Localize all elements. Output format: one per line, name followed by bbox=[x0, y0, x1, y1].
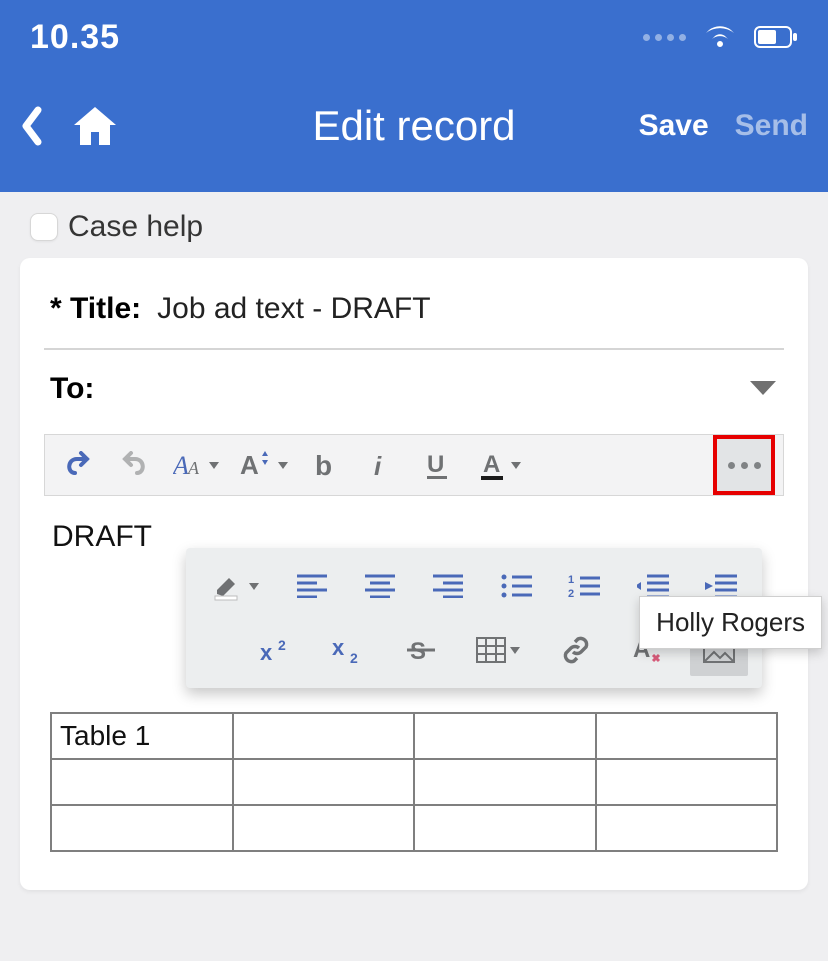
status-right bbox=[643, 25, 798, 49]
content-table[interactable]: Table 1 bbox=[50, 712, 778, 852]
table-cell[interactable] bbox=[414, 805, 596, 851]
title-value[interactable]: Job ad text - DRAFT bbox=[157, 292, 430, 326]
svg-text:x: x bbox=[260, 640, 273, 664]
case-help-label: Case help bbox=[68, 210, 203, 244]
table-cell[interactable] bbox=[596, 759, 778, 805]
svg-text:A: A bbox=[240, 450, 259, 480]
clock: 10.35 bbox=[30, 18, 120, 57]
home-icon[interactable] bbox=[72, 105, 118, 147]
font-size-button[interactable]: A bbox=[233, 441, 295, 489]
case-help-checkbox[interactable] bbox=[30, 213, 58, 241]
table-row: Table 1 bbox=[51, 713, 777, 759]
insert-table-button[interactable] bbox=[464, 624, 533, 676]
highlight-color-button[interactable] bbox=[200, 560, 270, 612]
back-icon[interactable] bbox=[20, 106, 44, 146]
svg-text:i: i bbox=[374, 451, 382, 479]
bold-button[interactable]: b bbox=[301, 441, 351, 489]
wifi-icon bbox=[704, 25, 736, 49]
svg-text:2: 2 bbox=[568, 588, 574, 598]
italic-button[interactable]: i bbox=[357, 441, 407, 489]
bulleted-list-button[interactable] bbox=[489, 560, 543, 612]
tooltip-text: Holly Rogers bbox=[656, 607, 805, 637]
svg-text:2: 2 bbox=[278, 637, 286, 653]
title-label: * Title: bbox=[50, 292, 141, 326]
subscript-button[interactable]: x2 bbox=[320, 624, 378, 676]
strikethrough-button[interactable]: S bbox=[392, 624, 450, 676]
editor-toolbar: AA A b i U A bbox=[44, 434, 784, 496]
status-bar: 10.35 bbox=[0, 0, 828, 74]
table-cell[interactable]: Table 1 bbox=[51, 713, 233, 759]
battery-icon bbox=[754, 26, 798, 48]
app-header: Edit record Save Send bbox=[0, 74, 828, 192]
table-cell[interactable] bbox=[51, 805, 233, 851]
table-cell[interactable] bbox=[596, 713, 778, 759]
chevron-down-icon[interactable] bbox=[748, 379, 778, 399]
svg-text:A: A bbox=[187, 458, 200, 478]
table-cell[interactable] bbox=[233, 759, 415, 805]
table-cell[interactable] bbox=[414, 759, 596, 805]
table-row bbox=[51, 759, 777, 805]
undo-button[interactable] bbox=[53, 441, 103, 489]
to-row[interactable]: To: bbox=[44, 350, 784, 428]
svg-text:2: 2 bbox=[350, 650, 358, 665]
send-button[interactable]: Send bbox=[735, 109, 808, 143]
numbered-list-button[interactable]: 12 bbox=[557, 560, 611, 612]
svg-text:A: A bbox=[173, 451, 189, 480]
underline-button[interactable]: U bbox=[413, 441, 463, 489]
text-color-button[interactable]: A bbox=[469, 441, 531, 489]
table-cell[interactable] bbox=[414, 713, 596, 759]
signal-dots-icon bbox=[643, 34, 686, 41]
svg-text:U: U bbox=[427, 451, 444, 478]
subheader: Case help bbox=[0, 192, 828, 258]
redo-button[interactable] bbox=[109, 441, 159, 489]
save-button[interactable]: Save bbox=[639, 109, 709, 143]
align-right-button[interactable] bbox=[421, 560, 475, 612]
tooltip: Holly Rogers bbox=[639, 596, 822, 649]
align-center-button[interactable] bbox=[353, 560, 407, 612]
to-label: To: bbox=[50, 372, 94, 406]
table-row bbox=[51, 805, 777, 851]
font-family-button[interactable]: AA bbox=[165, 441, 227, 489]
table-cell[interactable] bbox=[233, 805, 415, 851]
table-cell[interactable] bbox=[596, 805, 778, 851]
toolbar-more-button[interactable] bbox=[713, 435, 775, 495]
svg-text:x: x bbox=[332, 635, 345, 660]
superscript-button[interactable]: x2 bbox=[249, 624, 307, 676]
align-left-button[interactable] bbox=[284, 560, 338, 612]
editor-body-text: DRAFT bbox=[50, 520, 152, 553]
svg-text:b: b bbox=[315, 451, 332, 479]
table-cell[interactable] bbox=[51, 759, 233, 805]
svg-text:1: 1 bbox=[568, 574, 574, 586]
insert-link-button[interactable] bbox=[547, 624, 605, 676]
table-cell[interactable] bbox=[233, 713, 415, 759]
svg-text:A: A bbox=[483, 451, 500, 478]
title-row: * Title: Job ad text - DRAFT bbox=[44, 282, 784, 350]
